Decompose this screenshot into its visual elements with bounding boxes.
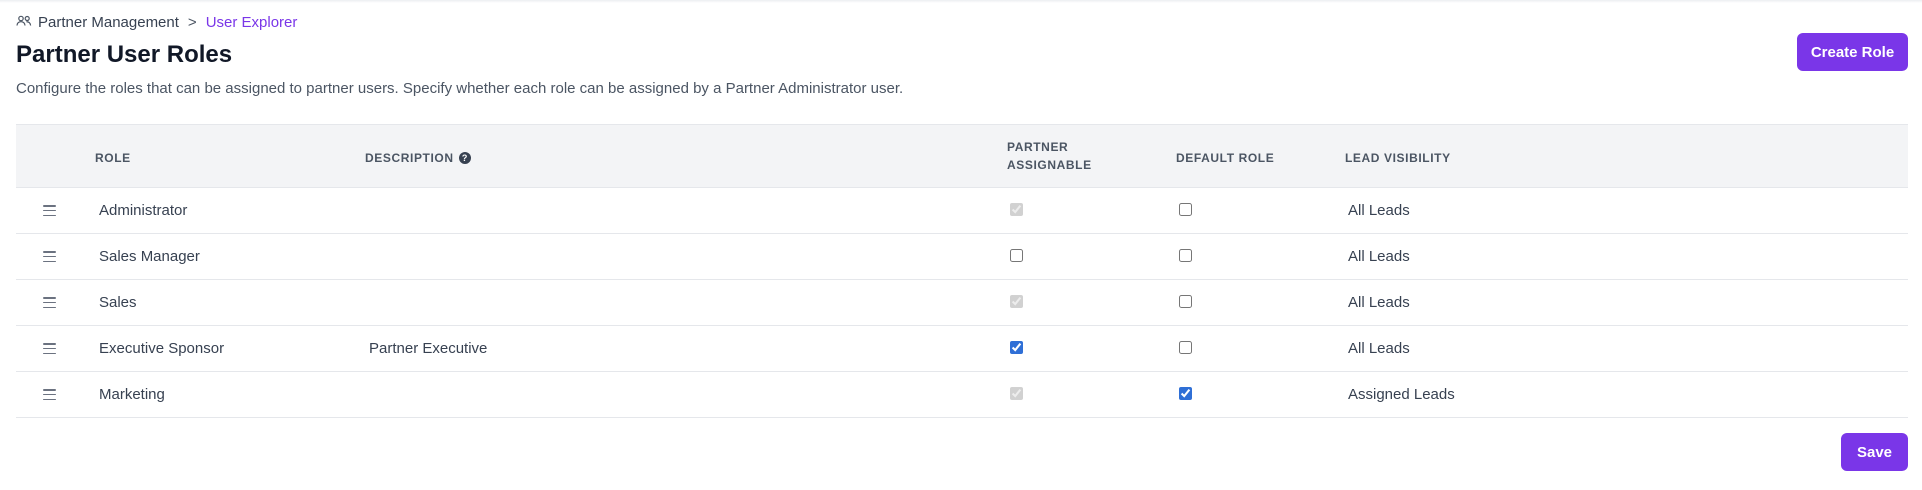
table-row: Administrator All Leads <box>16 188 1908 234</box>
partner-assignable-checkbox[interactable] <box>1010 387 1023 400</box>
lead-visibility: Assigned Leads <box>1348 386 1455 403</box>
partner-assignable-checkbox[interactable] <box>1010 249 1023 262</box>
role-name: Administrator <box>99 202 188 219</box>
role-description: Partner Executive <box>369 340 488 357</box>
role-name: Sales <box>99 294 137 311</box>
default-role-checkbox[interactable] <box>1179 387 1192 400</box>
header-description: DESCRIPTION ? <box>365 149 471 167</box>
table-row: Sales Manager All Leads <box>16 234 1908 280</box>
page-title: Partner User Roles <box>16 41 233 68</box>
lead-visibility: All Leads <box>1348 248 1410 265</box>
save-button[interactable]: Save <box>1841 433 1908 471</box>
table-row: Executive Sponsor Partner Executive All … <box>16 326 1908 372</box>
page-subtitle: Configure the roles that can be assigned… <box>16 80 904 97</box>
header-partner-assignable-line1: PARTNER <box>1007 140 1069 154</box>
breadcrumb: Partner Management > User Explorer <box>16 14 297 31</box>
role-name: Executive Sponsor <box>99 340 225 357</box>
role-name: Sales Manager <box>99 248 200 265</box>
header-default-role: DEFAULT ROLE <box>1176 151 1275 165</box>
header-partner-assignable: PARTNER ASSIGNABLE <box>1007 138 1092 174</box>
header-role: ROLE <box>95 151 131 165</box>
table-header: ROLE DESCRIPTION ? PARTNER ASSIGNABLE DE… <box>16 125 1908 188</box>
breadcrumb-parent-link[interactable]: Partner Management <box>38 14 179 31</box>
header-lead-visibility: LEAD VISIBILITY <box>1345 151 1451 165</box>
drag-handle-icon[interactable] <box>43 389 56 400</box>
drag-handle-icon[interactable] <box>43 297 56 308</box>
partner-assignable-checkbox[interactable] <box>1010 295 1023 308</box>
top-shadow <box>0 0 1922 3</box>
lead-visibility: All Leads <box>1348 340 1410 357</box>
role-name: Marketing <box>99 386 165 403</box>
default-role-checkbox[interactable] <box>1179 249 1192 262</box>
users-icon <box>16 14 32 31</box>
table-row: Marketing Assigned Leads <box>16 372 1908 418</box>
drag-handle-icon[interactable] <box>43 251 56 262</box>
default-role-checkbox[interactable] <box>1179 341 1192 354</box>
partner-assignable-checkbox[interactable] <box>1010 203 1023 216</box>
default-role-checkbox[interactable] <box>1179 203 1192 216</box>
table-row: Sales All Leads <box>16 280 1908 326</box>
drag-handle-icon[interactable] <box>43 205 56 216</box>
header-partner-assignable-line2: ASSIGNABLE <box>1007 158 1092 172</box>
default-role-checkbox[interactable] <box>1179 295 1192 308</box>
header-description-label: DESCRIPTION <box>365 151 454 165</box>
drag-handle-icon[interactable] <box>43 343 56 354</box>
create-role-button[interactable]: Create Role <box>1797 33 1908 71</box>
roles-table: ROLE DESCRIPTION ? PARTNER ASSIGNABLE DE… <box>16 124 1908 418</box>
breadcrumb-current[interactable]: User Explorer <box>206 14 298 31</box>
page: Partner Management > User Explorer Partn… <box>0 0 1922 490</box>
partner-assignable-checkbox[interactable] <box>1010 341 1023 354</box>
question-circle-icon[interactable]: ? <box>458 152 471 164</box>
lead-visibility: All Leads <box>1348 202 1410 219</box>
breadcrumb-separator: > <box>187 14 197 31</box>
lead-visibility: All Leads <box>1348 294 1410 311</box>
